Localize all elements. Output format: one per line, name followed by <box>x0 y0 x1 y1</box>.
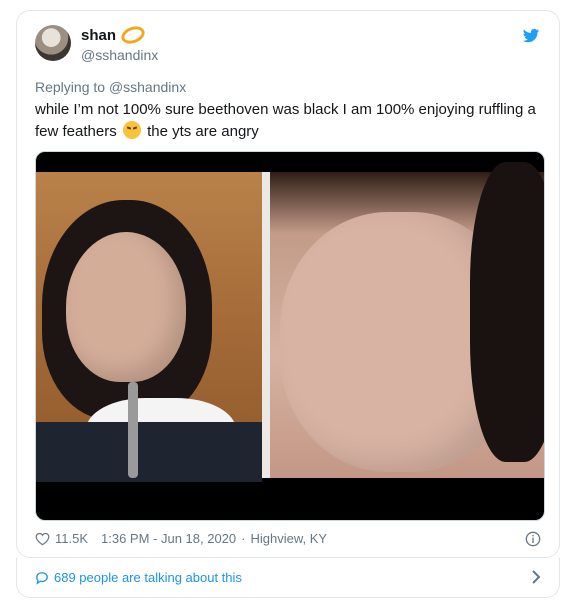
avatar[interactable] <box>35 25 71 61</box>
media-photo-right <box>270 162 544 478</box>
location-link[interactable]: Highview, KY <box>251 531 328 546</box>
rolling-laughing-emoji <box>122 121 141 139</box>
tweet-text: while I’m not 100% sure beethoven was bl… <box>35 99 540 143</box>
speech-bubble-icon <box>36 571 48 585</box>
name-emoji <box>118 23 148 47</box>
replying-prefix: Replying to <box>35 79 106 95</box>
heart-icon[interactable] <box>35 532 50 546</box>
like-count[interactable]: 11.5K <box>55 531 88 546</box>
tweet-text-part2: the yts are angry <box>147 123 259 140</box>
chevron-right-icon[interactable] <box>531 570 541 584</box>
talking-about[interactable]: 689 people are talking about this <box>35 570 242 585</box>
timestamp[interactable]: 1:36 PM - Jun 18, 2020 <box>101 531 236 546</box>
media-photo-left <box>36 172 262 482</box>
display-name[interactable]: shan <box>81 27 116 44</box>
replying-handle-link[interactable]: @sshandinx <box>109 79 186 95</box>
conversation-footer[interactable]: 689 people are talking about this <box>16 558 560 598</box>
tweet-meta: 11.5K 1:36 PM - Jun 18, 2020 · Highview,… <box>35 531 327 546</box>
tweet-text-part1: while I’m not 100% sure beethoven was bl… <box>35 101 536 140</box>
tweet-card[interactable]: shan @sshandinx Replying to @sshandinx w… <box>16 10 560 558</box>
twitter-icon[interactable] <box>521 27 541 45</box>
user-handle[interactable]: @sshandinx <box>81 47 158 63</box>
tweet-media[interactable] <box>35 151 545 521</box>
meta-separator: · <box>241 531 246 546</box>
talking-text[interactable]: 689 people are talking about this <box>54 570 242 585</box>
info-icon[interactable] <box>525 531 541 547</box>
media-divider <box>262 172 270 478</box>
replying-to: Replying to @sshandinx <box>35 79 186 95</box>
